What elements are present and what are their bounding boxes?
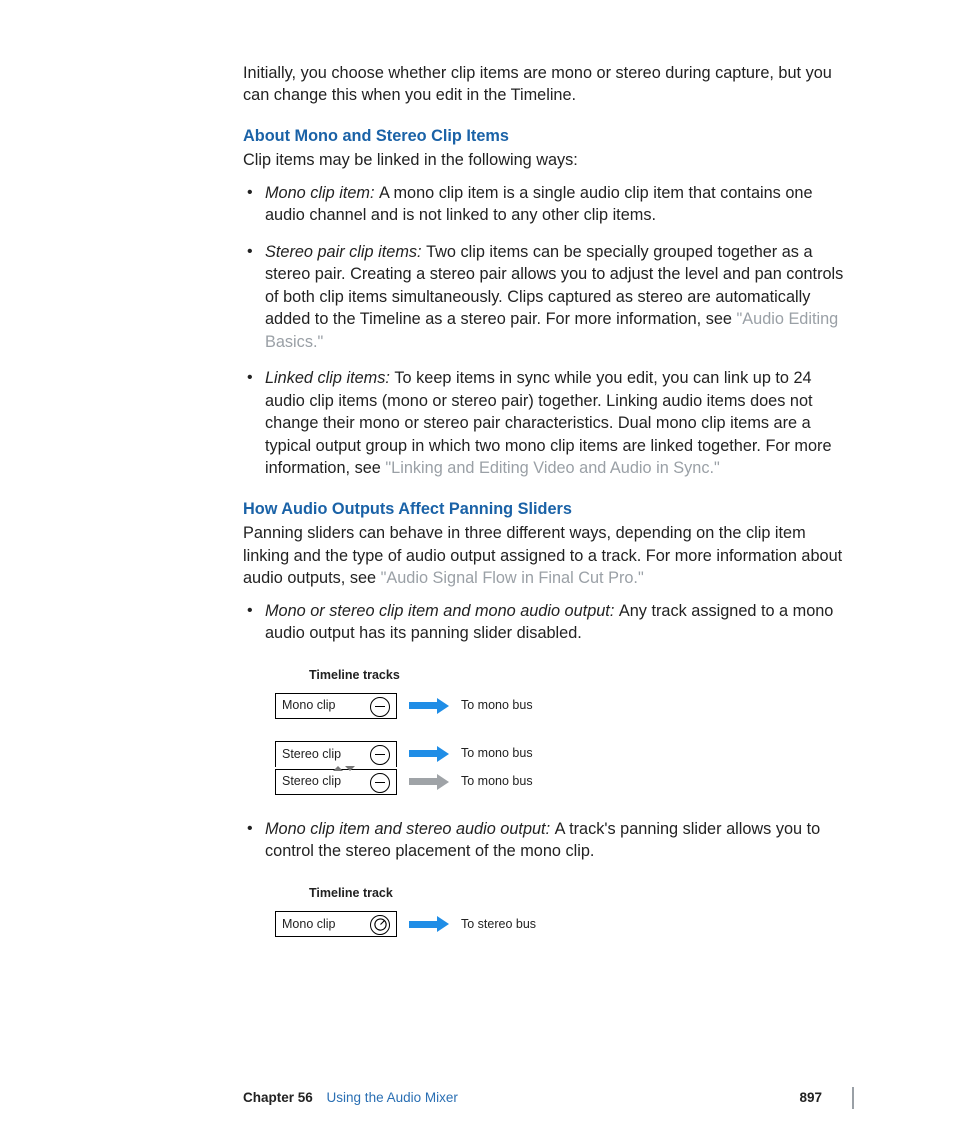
section-heading-panning: How Audio Outputs Affect Panning Sliders (243, 498, 854, 520)
term: Linked clip items: (265, 369, 394, 387)
panning-slider-icon (370, 697, 390, 717)
bullet-stereo-pair: Stereo pair clip items: Two clip items c… (243, 241, 854, 353)
mono-clip-cell: Mono clip (275, 693, 397, 719)
section1-bullets: Mono clip item: A mono clip item is a si… (243, 182, 854, 480)
term: Mono clip item: (265, 184, 379, 202)
link-audio-signal-flow[interactable]: "Audio Signal Flow in Final Cut Pro." (381, 569, 644, 587)
panning-slider-icon (370, 745, 390, 765)
dest-label: To mono bus (461, 773, 533, 790)
diagram2-title: Timeline track (309, 885, 854, 902)
cell-label: Stereo clip (276, 746, 362, 763)
cell-label: Mono clip (276, 916, 362, 933)
section1-lead: Clip items may be linked in the followin… (243, 149, 854, 171)
diagram-row: Mono clip To stereo bus (275, 910, 854, 938)
page-footer: Chapter 56 Using the Audio Mixer 897 (243, 1087, 854, 1109)
cell-label: Mono clip (276, 697, 362, 714)
term: Mono or stereo clip item and mono audio … (265, 602, 619, 620)
arrow-icon (409, 698, 449, 714)
diagram-timeline-track: Timeline track Mono clip To stereo bus (275, 885, 854, 938)
dest-label: To mono bus (461, 697, 533, 714)
diagram-row: Stereo clip To mono bus (275, 740, 854, 768)
section2-bullets: Mono or stereo clip item and mono audio … (243, 600, 854, 938)
section-heading-mono-stereo: About Mono and Stereo Clip Items (243, 125, 854, 147)
bullet-mono-output: Mono or stereo clip item and mono audio … (243, 600, 854, 796)
chapter-name: Using the Audio Mixer (327, 1090, 458, 1105)
arrow-icon (409, 916, 449, 932)
diagram-row: Mono clip To mono bus (275, 692, 854, 720)
arrow-icon (409, 774, 449, 790)
diagram-timeline-tracks: Timeline tracks Mono clip To mono bus (275, 667, 854, 796)
panning-slider-icon (370, 773, 390, 793)
cell-label: Stereo clip (276, 773, 362, 790)
stereo-link-icon (333, 766, 355, 770)
intro-paragraph: Initially, you choose whether clip items… (243, 62, 854, 107)
bullet-stereo-output: Mono clip item and stereo audio output: … (243, 818, 854, 938)
dest-label: To stereo bus (461, 916, 536, 933)
term: Mono clip item and stereo audio output: (265, 820, 555, 838)
bullet-linked-clip: Linked clip items: To keep items in sync… (243, 367, 854, 479)
stereo-clip-cell: Stereo clip (275, 769, 397, 795)
link-linking-editing[interactable]: "Linking and Editing Video and Audio in … (385, 459, 719, 477)
chapter-label: Chapter 56 (243, 1090, 313, 1105)
term: Stereo pair clip items: (265, 243, 426, 261)
diagram1-title: Timeline tracks (309, 667, 854, 684)
section2-lead: Panning sliders can behave in three diff… (243, 522, 854, 589)
stereo-clip-cell: Stereo clip (275, 741, 397, 767)
arrow-icon (409, 746, 449, 762)
dest-label: To mono bus (461, 745, 533, 762)
pan-slider-icon (370, 915, 390, 935)
mono-clip-cell: Mono clip (275, 911, 397, 937)
page-number: 897 (799, 1089, 822, 1108)
diagram-row: Stereo clip To mono bus (275, 768, 854, 796)
bullet-mono-clip: Mono clip item: A mono clip item is a si… (243, 182, 854, 227)
